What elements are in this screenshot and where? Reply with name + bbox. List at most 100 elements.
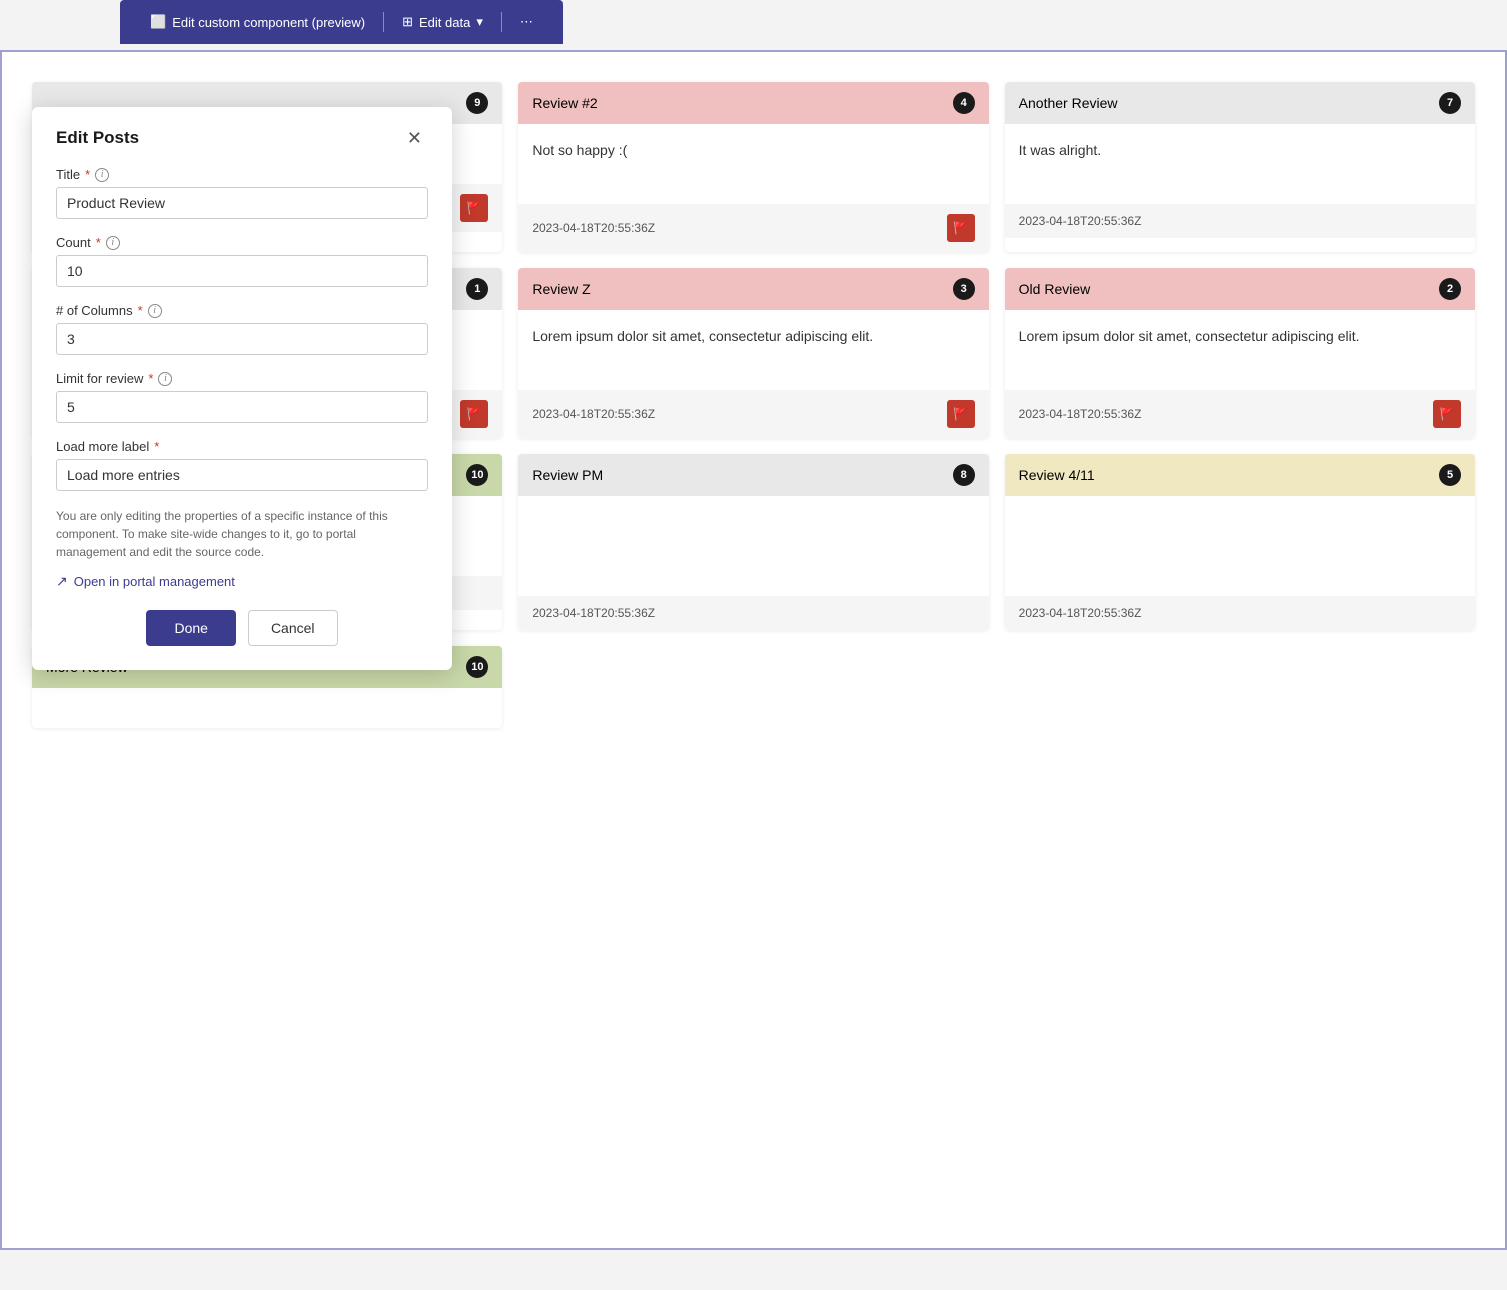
external-link-icon: ↗ [56, 573, 68, 590]
card-header-411: Review 4/11 5 [1005, 454, 1475, 496]
limit-info-icon: i [158, 372, 172, 386]
load-more-form-group: Load more label * [56, 439, 428, 491]
edit-posts-modal: Edit Posts ✕ Title * i Count * i [32, 107, 452, 670]
grid-icon: ⊞ [402, 14, 413, 30]
load-more-label-text: Load more label [56, 439, 149, 454]
badge-pb: 1 [466, 278, 488, 300]
toolbar-divider [383, 12, 384, 32]
timestamp-pm: 2023-04-18T20:55:36Z [532, 606, 655, 620]
card-footer-pm: 2023-04-18T20:55:36Z [518, 596, 988, 630]
done-button[interactable]: Done [146, 610, 235, 646]
count-required-star: * [96, 235, 101, 250]
badge-z: 3 [953, 278, 975, 300]
review-card-z: Review Z 3 Lorem ipsum dolor sit amet, c… [518, 268, 988, 438]
title-input[interactable] [56, 187, 428, 219]
flag-button-old[interactable]: 🚩 [1433, 400, 1461, 428]
card-footer-old: 2023-04-18T20:55:36Z 🚩 [1005, 390, 1475, 438]
limit-label: Limit for review * i [56, 371, 428, 386]
card-body-another: It was alright. [1005, 124, 1475, 204]
card-title-another: Another Review [1019, 95, 1118, 111]
edit-component-button[interactable]: ⬜ Edit custom component (preview) [136, 8, 379, 36]
count-input[interactable] [56, 255, 428, 287]
card-body-z: Lorem ipsum dolor sit amet, consectetur … [518, 310, 988, 390]
card-title-2: Review #2 [532, 95, 597, 111]
count-form-group: Count * i [56, 235, 428, 287]
count-label-text: Count [56, 235, 91, 250]
count-info-icon: i [106, 236, 120, 250]
timestamp-2: 2023-04-18T20:55:36Z [532, 221, 655, 235]
columns-input[interactable] [56, 323, 428, 355]
modal-actions: Done Cancel [56, 610, 428, 646]
card-header-z: Review Z 3 [518, 268, 988, 310]
flag-button-z[interactable]: 🚩 [947, 400, 975, 428]
review-card-pm: Review PM 8 2023-04-18T20:55:36Z [518, 454, 988, 630]
card-title-old: Old Review [1019, 281, 1091, 297]
title-required-star: * [85, 167, 90, 182]
badge: 9 [466, 92, 488, 114]
card-body-old: Lorem ipsum dolor sit amet, consectetur … [1005, 310, 1475, 390]
chevron-down-icon: ▾ [476, 14, 483, 30]
limit-required-star: * [148, 371, 153, 386]
close-button[interactable]: ✕ [401, 127, 428, 149]
modal-container: Edit Posts ✕ Title * i Count * i [32, 107, 452, 670]
toolbar: ⬜ Edit custom component (preview) ⊞ Edit… [120, 0, 563, 44]
review-card-old: Old Review 2 Lorem ipsum dolor sit amet,… [1005, 268, 1475, 438]
toolbar-divider2 [501, 12, 502, 32]
badge-411: 5 [1439, 464, 1461, 486]
columns-form-group: # of Columns * i [56, 303, 428, 355]
timestamp-another: 2023-04-18T20:55:36Z [1019, 214, 1142, 228]
card-footer-another: 2023-04-18T20:55:36Z [1005, 204, 1475, 238]
review-card-another: Another Review 7 It was alright. 2023-04… [1005, 82, 1475, 252]
card-footer-2: 2023-04-18T20:55:36Z 🚩 [518, 204, 988, 252]
portal-link-text: Open in portal management [74, 574, 235, 589]
timestamp-z: 2023-04-18T20:55:36Z [532, 407, 655, 421]
title-label-text: Title [56, 167, 80, 182]
badge-more: 10 [466, 656, 488, 678]
load-more-label: Load more label * [56, 439, 428, 454]
badge-2: 4 [953, 92, 975, 114]
portal-management-link[interactable]: ↗ Open in portal management [56, 573, 428, 590]
card-body-411 [1005, 496, 1475, 596]
columns-label-text: # of Columns [56, 303, 133, 318]
columns-required-star: * [138, 303, 143, 318]
timestamp-411: 2023-04-18T20:55:36Z [1019, 606, 1142, 620]
timestamp-old: 2023-04-18T20:55:36Z [1019, 407, 1142, 421]
card-header-pm: Review PM 8 [518, 454, 988, 496]
title-form-group: Title * i [56, 167, 428, 219]
edit-component-label: Edit custom component (preview) [172, 15, 365, 30]
count-label: Count * i [56, 235, 428, 250]
card-title-z: Review Z [532, 281, 590, 297]
badge-awesome: 10 [466, 464, 488, 486]
limit-label-text: Limit for review [56, 371, 143, 386]
limit-input[interactable] [56, 391, 428, 423]
badge-old: 2 [1439, 278, 1461, 300]
component-icon: ⬜ [150, 14, 166, 30]
modal-header: Edit Posts ✕ [56, 127, 428, 149]
cancel-button[interactable]: Cancel [248, 610, 338, 646]
modal-note: You are only editing the properties of a… [56, 507, 428, 561]
card-header-2: Review #2 4 [518, 82, 988, 124]
card-title-411: Review 4/11 [1019, 467, 1095, 483]
card-footer-411: 2023-04-18T20:55:36Z [1005, 596, 1475, 630]
review-card-411: Review 4/11 5 2023-04-18T20:55:36Z [1005, 454, 1475, 630]
flag-button[interactable]: 🚩 [460, 194, 488, 222]
badge-pm: 8 [953, 464, 975, 486]
modal-title: Edit Posts [56, 128, 139, 148]
card-header-another: Another Review 7 [1005, 82, 1475, 124]
title-info-icon: i [95, 168, 109, 182]
more-options-button[interactable]: ⋯ [506, 8, 547, 36]
edit-data-button[interactable]: ⊞ Edit data ▾ [388, 8, 497, 36]
flag-button-pb[interactable]: 🚩 [460, 400, 488, 428]
load-more-required-star: * [154, 439, 159, 454]
columns-label: # of Columns * i [56, 303, 428, 318]
card-body-2: Not so happy :( [518, 124, 988, 204]
card-title-pm: Review PM [532, 467, 603, 483]
flag-button-2[interactable]: 🚩 [947, 214, 975, 242]
columns-info-icon: i [148, 304, 162, 318]
card-header-old: Old Review 2 [1005, 268, 1475, 310]
card-footer-z: 2023-04-18T20:55:36Z 🚩 [518, 390, 988, 438]
edit-data-label: Edit data [419, 15, 470, 30]
card-body-more [32, 688, 502, 728]
load-more-input[interactable] [56, 459, 428, 491]
more-icon: ⋯ [520, 14, 533, 30]
